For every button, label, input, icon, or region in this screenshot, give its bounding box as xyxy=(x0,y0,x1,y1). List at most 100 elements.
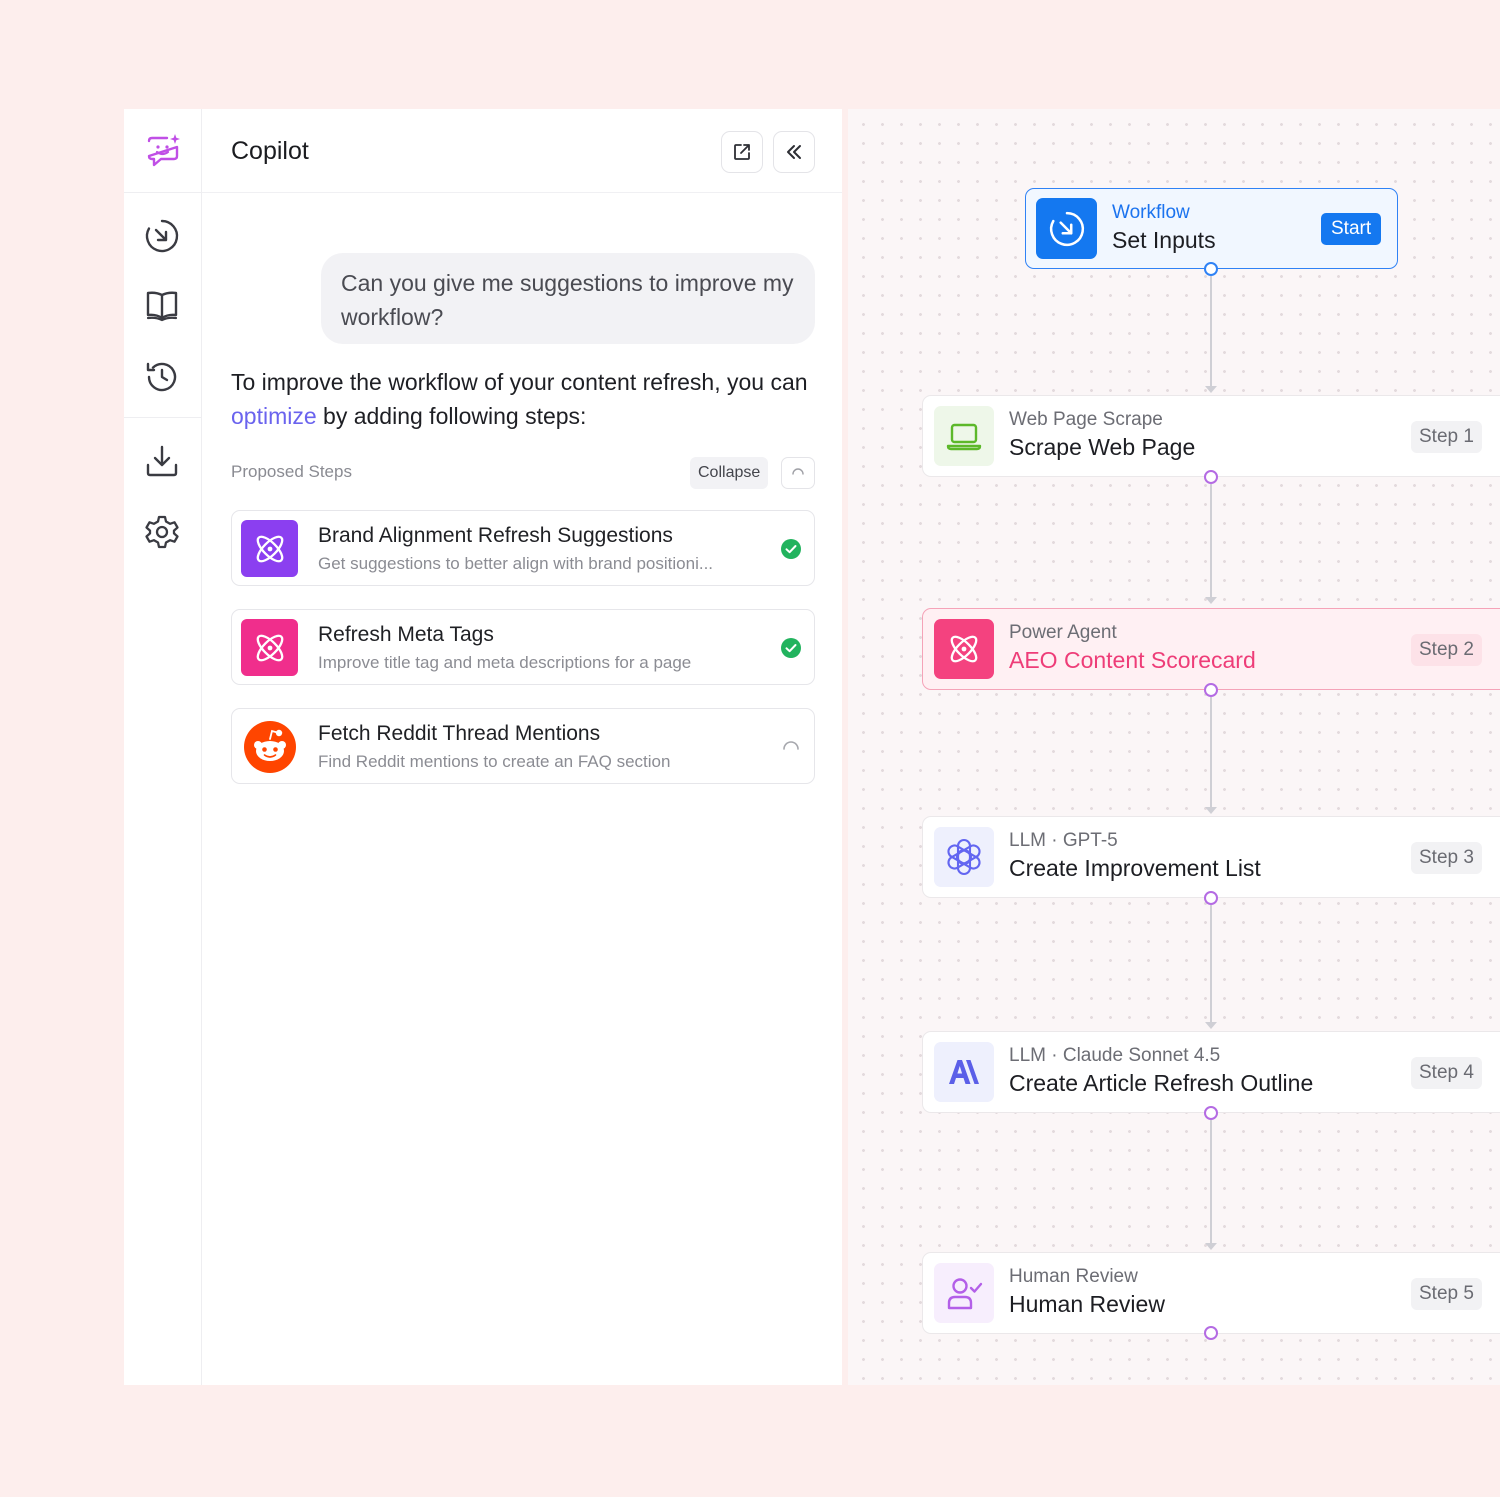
workflow-start-node[interactable]: Workflow Set Inputs Start xyxy=(1025,188,1398,269)
node-name: Create Article Refresh Outline xyxy=(1009,1070,1314,1096)
proposed-step-card[interactable]: Brand Alignment Refresh Suggestions Get … xyxy=(231,510,815,586)
connector-arrow xyxy=(1205,597,1217,604)
connector-line xyxy=(1210,697,1212,808)
settings-button[interactable] xyxy=(140,510,184,554)
docs-button[interactable] xyxy=(140,283,184,327)
node-name: AEO Content Scorecard xyxy=(1009,647,1256,673)
output-port[interactable] xyxy=(1204,1106,1218,1120)
workflow-run-icon xyxy=(1049,211,1084,246)
copilot-panel: Copilot Can you give me suggestions to i… xyxy=(202,109,842,1385)
copilot-icon xyxy=(147,133,180,166)
node-icon-tile xyxy=(934,827,994,887)
node-name: Set Inputs xyxy=(1112,227,1216,253)
workflow-run-button[interactable] xyxy=(140,214,184,258)
node-icon-tile xyxy=(934,619,994,679)
settings-icon xyxy=(145,515,179,549)
connector-arrow xyxy=(1205,1243,1217,1250)
node-type: Power Agent xyxy=(1009,622,1117,643)
history-icon xyxy=(146,362,177,392)
external-link-icon xyxy=(734,144,750,160)
node-type: LLM · GPT-5 xyxy=(1009,830,1118,851)
loading-spinner-icon xyxy=(783,741,799,750)
node-name: Scrape Web Page xyxy=(1009,434,1196,460)
check-circle-icon xyxy=(781,638,801,658)
user-message: Can you give me suggestions to improve m… xyxy=(321,253,815,344)
atom-icon xyxy=(256,535,283,562)
proposed-step-card[interactable]: Refresh Meta Tags Improve title tag and … xyxy=(231,609,815,685)
spinner-icon xyxy=(792,468,804,475)
start-badge: Start xyxy=(1321,213,1382,245)
step-icon-tile xyxy=(241,520,298,577)
workflow-node[interactable]: LLM · Claude Sonnet 4.5 Create Article R… xyxy=(922,1031,1500,1113)
output-port[interactable] xyxy=(1204,891,1218,905)
panel-title: Copilot xyxy=(231,137,309,165)
output-port[interactable] xyxy=(1204,1326,1218,1340)
workflow-node[interactable]: LLM · GPT-5 Create Improvement List Step… xyxy=(922,816,1500,898)
atom-icon xyxy=(950,635,978,663)
step-title: Refresh Meta Tags xyxy=(318,623,494,646)
node-name: Human Review xyxy=(1009,1291,1165,1317)
proposed-steps-label: Proposed Steps xyxy=(231,462,352,481)
step-badge: Step 4 xyxy=(1411,1057,1482,1089)
step-icon-tile xyxy=(241,619,298,676)
connector-line xyxy=(1210,1120,1212,1244)
check-circle-icon xyxy=(781,539,801,559)
atom-icon xyxy=(256,634,283,661)
book-icon xyxy=(146,291,178,322)
connector-arrow xyxy=(1205,807,1217,814)
openai-icon xyxy=(947,838,981,876)
reddit-icon xyxy=(243,720,296,773)
connector-line xyxy=(1210,484,1212,598)
collapse-button[interactable]: Collapse xyxy=(690,457,769,489)
workflow-node[interactable]: Web Page Scrape Scrape Web Page Step 1 xyxy=(922,395,1500,477)
human-review-icon xyxy=(947,1278,983,1310)
workflow-node[interactable]: Human Review Human Review Step 5 xyxy=(922,1252,1500,1334)
step-badge: Step 2 xyxy=(1411,634,1482,666)
collapse-panel-button[interactable] xyxy=(773,131,815,173)
connector-arrow xyxy=(1205,386,1217,393)
connector-arrow xyxy=(1205,1022,1217,1029)
step-title: Fetch Reddit Thread Mentions xyxy=(318,722,601,745)
start-node-icon-tile xyxy=(1036,198,1097,259)
node-type: Workflow xyxy=(1112,202,1190,223)
step-badge: Step 1 xyxy=(1411,421,1482,453)
anthropic-icon xyxy=(949,1060,979,1084)
answer-text: To improve the workflow of your content … xyxy=(231,369,808,395)
step-title: Brand Alignment Refresh Suggestions xyxy=(318,524,673,547)
workflow-canvas[interactable]: Workflow Set Inputs Start Web Page Scrap… xyxy=(848,109,1500,1385)
download-icon xyxy=(146,445,178,477)
step-icon-tile xyxy=(241,718,298,775)
chevrons-left-icon xyxy=(787,145,801,159)
refresh-steps-button[interactable] xyxy=(781,457,815,489)
rail-divider xyxy=(124,417,201,418)
workflow-node-highlighted[interactable]: Power Agent AEO Content Scorecard Step 2 xyxy=(922,608,1500,690)
node-icon-tile xyxy=(934,406,994,466)
step-description: Improve title tag and meta descriptions … xyxy=(318,653,692,672)
step-description: Get suggestions to better align with bra… xyxy=(318,554,714,573)
output-port[interactable] xyxy=(1204,262,1218,276)
connector-line xyxy=(1210,905,1212,1023)
icon-rail xyxy=(124,109,202,1385)
copilot-logo[interactable] xyxy=(124,109,201,193)
node-type: Web Page Scrape xyxy=(1009,409,1163,430)
copilot-header: Copilot xyxy=(202,109,842,193)
output-port[interactable] xyxy=(1204,683,1218,697)
connector-line xyxy=(1210,276,1212,387)
optimize-link[interactable]: optimize xyxy=(231,403,317,429)
node-name: Create Improvement List xyxy=(1009,855,1261,881)
node-type: LLM · Claude Sonnet 4.5 xyxy=(1009,1045,1221,1066)
node-type: Human Review xyxy=(1009,1266,1138,1287)
workflow-run-icon xyxy=(145,219,179,253)
output-port[interactable] xyxy=(1204,470,1218,484)
history-button[interactable] xyxy=(140,355,184,399)
step-description: Find Reddit mentions to create an FAQ se… xyxy=(318,752,671,771)
step-badge: Step 5 xyxy=(1411,1278,1482,1310)
proposed-step-card[interactable]: Fetch Reddit Thread Mentions Find Reddit… xyxy=(231,708,815,784)
answer-text-end: by adding following steps: xyxy=(316,403,587,429)
step-badge: Step 3 xyxy=(1411,842,1482,874)
node-icon-tile xyxy=(934,1263,994,1323)
download-button[interactable] xyxy=(140,439,184,483)
open-external-button[interactable] xyxy=(721,131,763,173)
laptop-icon xyxy=(946,423,982,451)
node-icon-tile xyxy=(934,1042,994,1102)
